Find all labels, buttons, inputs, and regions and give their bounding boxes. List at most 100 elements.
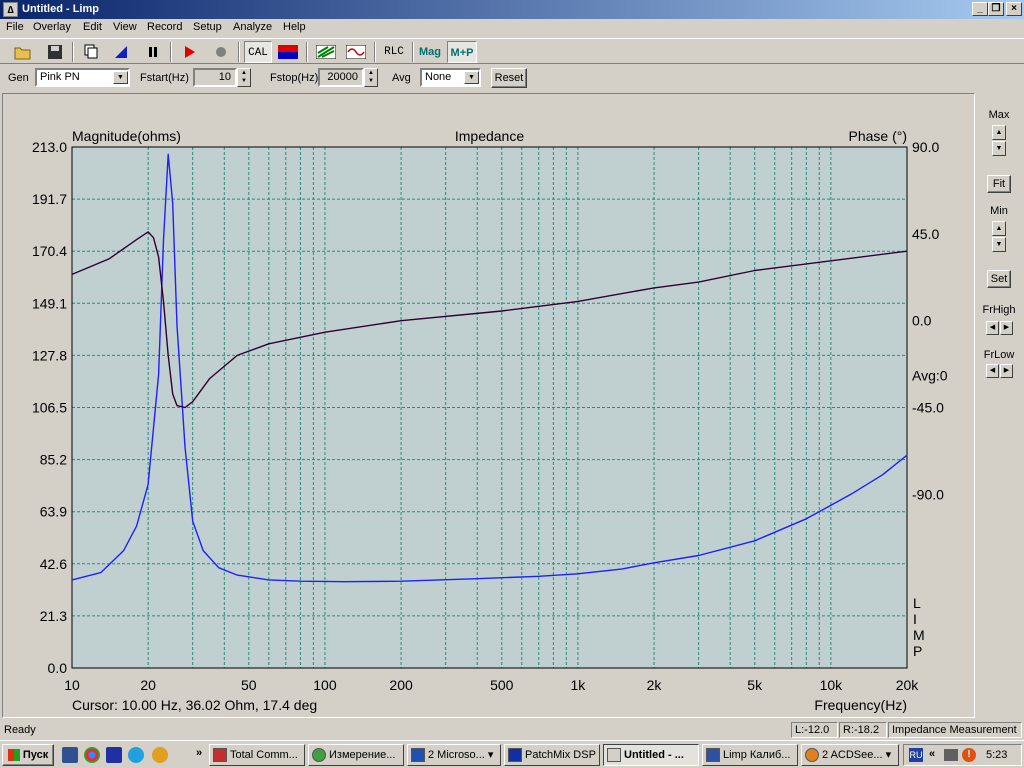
impedance-chart[interactable]: 0.0 21.3 42.6 63.9 85.2 106.5 127.8 149.1 170.4 1… — [3, 94, 974, 717]
y-tick-label: 127.8 — [32, 347, 67, 363]
waveform-icon[interactable] — [344, 41, 368, 63]
task-chrome[interactable]: Измерение... — [308, 744, 404, 766]
menu-analyze[interactable]: Analyze — [233, 21, 272, 33]
fstop-spinner[interactable]: ▲ ▼ — [364, 68, 378, 87]
floppy-icon[interactable] — [106, 747, 122, 763]
frlow-right-button[interactable]: ▶ — [1000, 364, 1013, 378]
close-button[interactable]: × — [1006, 2, 1022, 16]
chevron-down-icon[interactable]: ▼ — [464, 71, 479, 84]
frhigh-right-button[interactable]: ▶ — [1000, 321, 1013, 335]
y2-axis-title: Phase (°) — [848, 128, 907, 144]
start-button[interactable]: Пуск — [2, 744, 54, 766]
min-up-button[interactable]: ▲ — [992, 221, 1006, 236]
menu-setup[interactable]: Setup — [193, 21, 222, 33]
y-tick-label: 106.5 — [32, 400, 67, 416]
y-tick-label: 149.1 — [32, 295, 67, 311]
record-stop-icon[interactable] — [210, 41, 232, 63]
x-tick-label: 1k — [571, 677, 587, 693]
total-commander-icon — [213, 748, 227, 763]
menu-bar: File Overlay Edit View Record Setup Anal… — [0, 19, 1024, 37]
x-tick-label: 200 — [389, 677, 413, 693]
fstop-label: Fstop(Hz) — [270, 72, 319, 84]
minimize-button[interactable]: _ — [972, 2, 988, 16]
mag-button[interactable]: Mag — [416, 41, 444, 63]
y-tick-label: 85.2 — [40, 452, 67, 468]
chevron-down-icon[interactable]: ▼ — [113, 71, 128, 84]
avg-select[interactable]: None ▼ — [420, 68, 481, 87]
gen-select[interactable]: Pink PN ▼ — [35, 68, 130, 87]
chrome-icon — [312, 748, 326, 763]
menu-file[interactable]: File — [6, 21, 24, 33]
pause-icon[interactable] — [142, 41, 164, 63]
x-tick-label: 100 — [313, 677, 337, 693]
x-tick-label: 10 — [64, 677, 80, 693]
task-limp-untitled[interactable]: Untitled - ... — [603, 744, 699, 766]
chart-title: Impedance — [455, 128, 524, 144]
skype-icon[interactable] — [128, 747, 144, 763]
cal-button[interactable]: CAL — [244, 41, 272, 63]
fstop-input[interactable]: 20000 — [318, 68, 364, 87]
task-limp-calibration[interactable]: Limp Калиб... — [702, 744, 798, 766]
mag-phase-button[interactable]: M+P — [447, 41, 477, 63]
chevron-right-icon[interactable]: » — [196, 747, 202, 759]
max-label: Max — [988, 109, 1010, 121]
set-button[interactable]: Set — [987, 270, 1011, 288]
acdsee-icon — [805, 748, 819, 763]
play-icon[interactable] — [178, 41, 200, 63]
max-down-button[interactable]: ▼ — [992, 141, 1006, 156]
task-patchmix[interactable]: PatchMix DSP — [504, 744, 600, 766]
clock-app-icon[interactable] — [152, 747, 168, 763]
x-tick-label: 2k — [647, 677, 663, 693]
color-palette-icon[interactable] — [276, 41, 300, 63]
x-tick-label: 20k — [896, 677, 920, 693]
tray-expand-icon[interactable]: « — [929, 748, 935, 760]
y-tick-label: 0.0 — [48, 660, 68, 676]
restore-button[interactable]: ❐ — [988, 2, 1004, 16]
show-desktop-icon[interactable] — [62, 747, 78, 763]
system-tray: RU « ! 5:23 — [903, 744, 1022, 766]
save-icon[interactable] — [44, 41, 66, 63]
warning-icon[interactable]: ! — [962, 748, 976, 762]
y2-tick-label: 0.0 — [912, 313, 932, 329]
fit-button[interactable]: Fit — [987, 175, 1011, 193]
limp-mark-letter: P — [913, 643, 922, 659]
y2-tick-label: 45.0 — [912, 226, 939, 242]
reset-button[interactable]: Reset — [491, 68, 527, 88]
calibrate-mark-icon[interactable] — [110, 41, 132, 63]
x-tick-label: 50 — [241, 677, 257, 693]
menu-help[interactable]: Help — [283, 21, 306, 33]
task-acdsee[interactable]: 2 ACDSee... ▾ — [801, 744, 899, 766]
menu-overlay[interactable]: Overlay — [33, 21, 71, 33]
fstart-spinner[interactable]: ▲ ▼ — [237, 68, 251, 87]
limp-app-icon — [607, 748, 621, 763]
copy-icon[interactable] — [80, 41, 102, 63]
window-title: Untitled - Limp — [22, 3, 99, 15]
menu-record[interactable]: Record — [147, 21, 182, 33]
gen-value: Pink PN — [40, 71, 80, 83]
status-mode: Impedance Measurement — [888, 722, 1022, 738]
network-icon[interactable] — [944, 749, 958, 761]
task-microsoft-word[interactable]: 2 Microso... ▾ — [407, 744, 501, 766]
x-tick-label: 20 — [140, 677, 156, 693]
frlow-left-button[interactable]: ◀ — [986, 364, 999, 378]
overlay-grid-icon[interactable] — [314, 41, 338, 63]
rlc-button[interactable]: RLC — [380, 41, 408, 63]
menu-view[interactable]: View — [113, 21, 137, 33]
max-up-button[interactable]: ▲ — [992, 125, 1006, 140]
y2-tick-label: -45.0 — [912, 400, 944, 416]
status-right-level: R:-18.2 — [839, 722, 887, 738]
chart-panel: 0.0 21.3 42.6 63.9 85.2 106.5 127.8 149.1 170.4 1… — [2, 93, 975, 718]
limp-mark-letter: L — [913, 595, 921, 611]
menu-edit[interactable]: Edit — [83, 21, 102, 33]
language-indicator[interactable]: RU — [909, 748, 923, 762]
frhigh-left-button[interactable]: ◀ — [986, 321, 999, 335]
task-total-commander[interactable]: Total Comm... — [209, 744, 305, 766]
fstart-input[interactable]: 10 — [193, 68, 237, 87]
min-down-button[interactable]: ▼ — [992, 237, 1006, 252]
clock: 5:23 — [986, 749, 1008, 761]
avg-label: Avg:0 — [912, 368, 948, 384]
limp-app-icon[interactable]: ∆ — [3, 2, 18, 17]
status-bar: Ready L:-12.0 R:-18.2 Impedance Measurem… — [0, 720, 1024, 739]
chrome-icon[interactable] — [84, 747, 100, 763]
open-folder-icon[interactable] — [12, 41, 34, 63]
